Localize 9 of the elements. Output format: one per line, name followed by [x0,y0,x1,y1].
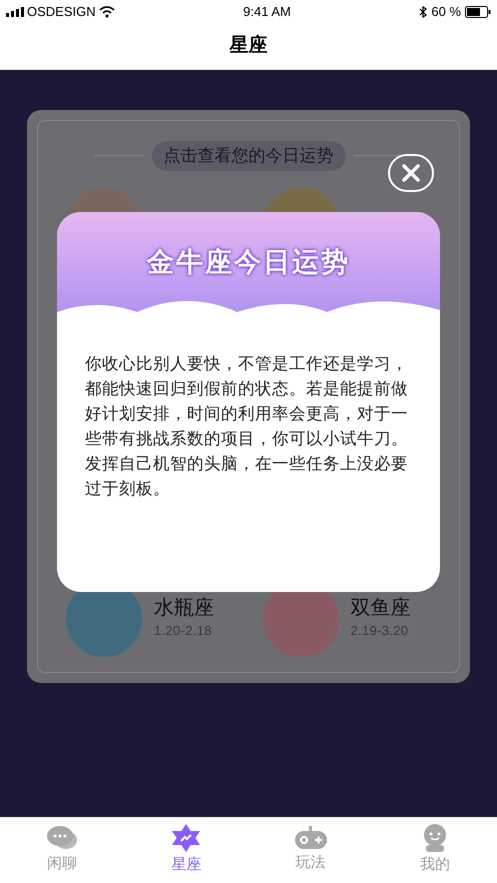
fortune-prompt: 点击查看您的今日运势 [152,141,346,170]
dialog-title: 金牛座今日运势 [147,246,350,279]
sign-name: 水瓶座 [154,596,214,622]
sign-name: 双鱼座 [350,596,410,622]
fortune-text: 你收心比别人要快，不管是工作还是学习，都能快速回归到假前的状态。若是能提前做好计划安排，时间的利用率会更高，对于一些带有挑战系数的项目，你可以小试牛刀。发挥自己机智的头脑，在一些任务上没必要过于刻板。 [84,354,409,500]
status-time: 9:41 AM [243,3,291,22]
page-title: 星座 [230,34,268,58]
battery-percent: 60 % [431,3,461,22]
carrier-name: OSDESIGN [27,3,96,22]
